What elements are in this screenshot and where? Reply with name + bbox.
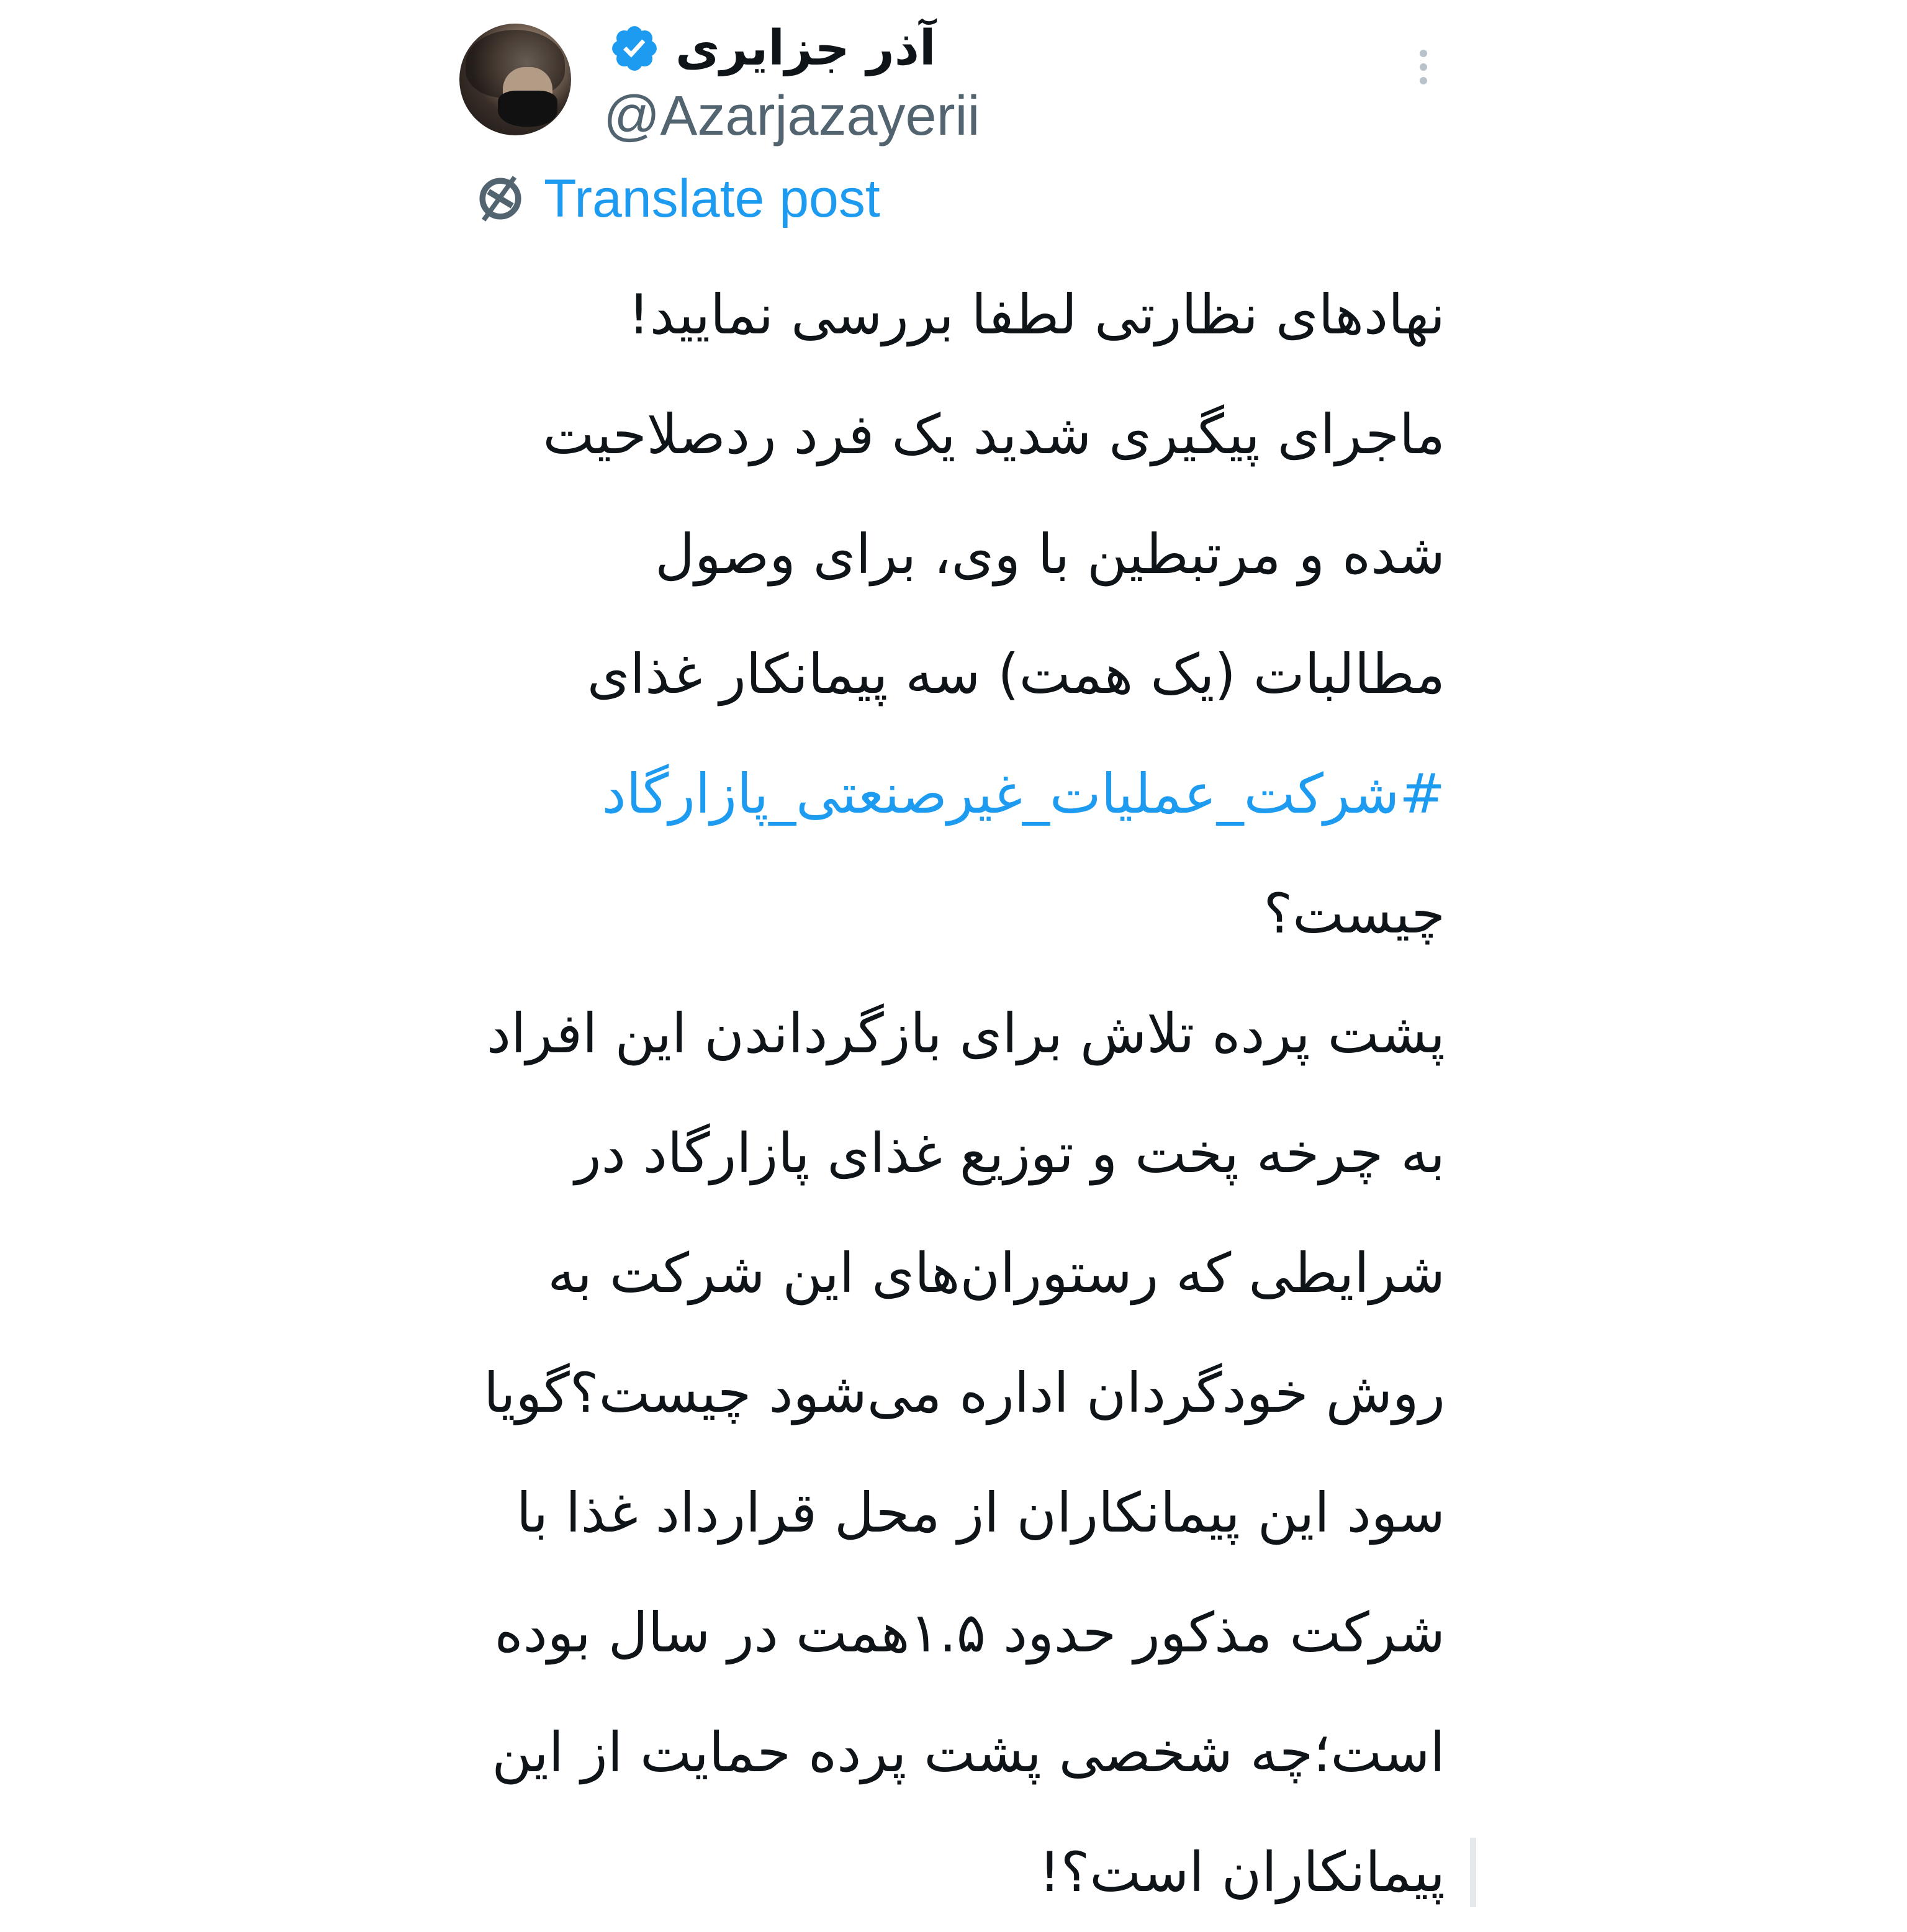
post-line: پشت پرده تلاش برای بازگرداندن این افراد: [486, 1001, 1445, 1065]
post-line: نهادهای نظارتی لطفا بررسی نمایید!: [628, 282, 1445, 346]
scrollbar[interactable]: [1470, 1838, 1476, 1907]
avatar-mask: [498, 91, 557, 127]
post-line: پیمانکاران است؟!: [1039, 1840, 1445, 1904]
author-name-row[interactable]: آذر جزایری: [608, 17, 936, 79]
post-line: شرایطی که رستوران‌های این شرکت به: [548, 1241, 1445, 1305]
post-line: شده و مرتبطین با وی، برای وصول: [655, 522, 1445, 586]
post-line: ماجرای پیگیری شدید یک فرد ردصلاحیت: [543, 402, 1445, 466]
hashtag-link[interactable]: #شرکت_عملیات_غیرصنعتی_پازارگاد: [477, 734, 1445, 854]
post-line: است؛چه شخصی پشت پرده حمایت از این: [492, 1720, 1445, 1784]
post-line: روش خودگردان اداره می‌شود چیست؟گویا: [484, 1361, 1445, 1425]
post-line: چیست؟: [1263, 882, 1445, 946]
author-display-name[interactable]: آذر جزایری: [675, 20, 936, 76]
more-vertical-icon[interactable]: [1414, 50, 1433, 93]
translate-globe-icon: [479, 176, 521, 222]
translate-post-button[interactable]: Translate post: [472, 168, 880, 230]
author-handle[interactable]: @Azarjazayerii: [603, 84, 980, 148]
post-body: نهادهای نظارتی لطفا بررسی نمایید! ماجرای…: [477, 255, 1445, 1932]
post-line: به چرخه پخت و توزیع غذای پازارگاد در: [575, 1121, 1445, 1185]
post-line: سود این پیمانکاران از محل قرارداد غذا با: [516, 1481, 1445, 1545]
translate-post-label: Translate post: [544, 168, 880, 228]
post-line: شرکت مذکور حدود ۱.۵همت در سال بوده: [494, 1600, 1445, 1664]
post-line: مطالبات (یک همت) سه پیمانکار غذای: [587, 642, 1445, 706]
tweet: آذر جزایری @Azarjazayerii Translate post…: [0, 0, 1907, 1907]
avatar[interactable]: [459, 24, 571, 135]
verified-badge-icon: [612, 26, 657, 71]
